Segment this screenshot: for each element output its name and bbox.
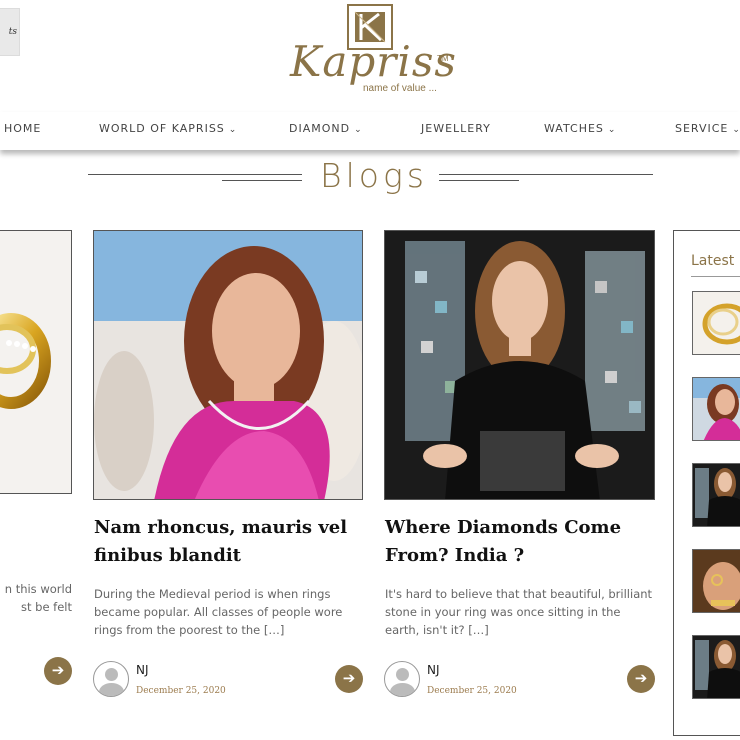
post-date: December 25, 2020 [427,686,517,696]
nav-label: JEWELLERY [421,122,491,135]
nav-label: DIAMOND [289,122,351,135]
logo-tagline: name of value ... [363,83,437,94]
title-rule-left-short [222,180,302,181]
chevron-down-icon: ⌄ [354,125,363,135]
post-title[interactable]: Where Diamonds Come From? India ? [385,514,657,570]
nav-label: WORLD OF KAPRISS [99,122,225,135]
sidebar-thumb-hand-jewellery[interactable] [692,549,740,613]
author-avatar [93,661,129,697]
sidebar-thumb-woman-pink[interactable] [692,377,740,441]
read-more-arrow-icon[interactable]: ➔ [44,657,72,685]
logo-wordmark: Kapriss [290,37,457,86]
logo-trademark: TM [437,54,449,63]
excerpt-line: st be felt [20,600,72,614]
title-rule-right-short [439,180,519,181]
title-rule-right [439,174,653,175]
woman-black-thumbnail-icon [695,640,740,698]
section-title: Blogs [320,156,428,195]
nav-item-diamond[interactable]: DIAMOND ⌄ [289,122,363,135]
chevron-down-icon: ⌄ [732,125,740,135]
post-image-ring[interactable] [0,230,72,494]
woman-black-photo-icon [385,231,654,499]
sidebar-title: Latest Blogs [691,253,740,269]
ring-thumbnail-icon [702,303,740,345]
woman-pink-photo-icon [94,231,362,499]
corner-badge-text: ts [8,27,17,37]
title-rule-left [88,174,302,175]
sidebar-thumb-woman-black[interactable] [692,463,740,527]
post-excerpt: n this world st be felt [0,580,72,616]
hand-jewellery-thumbnail-icon [693,550,740,612]
read-more-arrow-icon[interactable]: ➔ [627,665,655,693]
nav-label: WATCHES [544,122,604,135]
nav-item-home[interactable]: HOME [4,122,41,135]
chevron-down-icon: ⌄ [607,125,617,135]
nav-item-jewellery[interactable]: JEWELLERY [421,122,491,135]
chevron-down-icon: ⌄ [228,125,238,135]
nav-item-world-of-kapriss[interactable]: WORLD OF KAPRISS ⌄ [99,122,237,135]
gold-ring-icon [0,313,51,409]
sidebar-thumb-woman-black-2[interactable] [692,635,740,699]
woman-black-thumbnail-icon [695,468,740,526]
post-date: December 25, 2020 [136,686,226,696]
post-title[interactable]: Nam rhoncus, mauris vel finibus blandit [94,514,364,570]
post-author[interactable]: NJ [427,663,440,677]
post-author[interactable]: NJ [136,663,149,677]
nav-label: SERVICE [675,122,729,135]
excerpt-line: n this world [4,582,72,596]
author-avatar [384,661,420,697]
sidebar-divider [691,276,740,277]
woman-pink-thumbnail-icon [693,378,740,440]
main-navigation: HOME WORLD OF KAPRISS ⌄ DIAMOND ⌄ JEWELLER… [0,112,740,150]
post-image-woman-pink[interactable] [93,230,363,500]
latest-blogs-sidebar: Latest Blogs [673,230,740,736]
site-header: ts Kapriss TM name of value ... HOME WOR… [0,0,740,150]
nav-item-watches[interactable]: WATCHES ⌄ [544,122,616,135]
sidebar-thumb-ring[interactable] [692,291,740,355]
read-more-arrow-icon[interactable]: ➔ [335,665,363,693]
nav-label: HOME [4,122,42,135]
post-excerpt: It's hard to believe that that beautiful… [385,587,653,637]
nav-item-service[interactable]: SERVICE ⌄ [675,122,740,135]
post-excerpt: During the Medieval period is when rings… [94,587,343,637]
post-image-woman-black[interactable] [384,230,655,500]
corner-badge[interactable]: ts [0,8,20,56]
